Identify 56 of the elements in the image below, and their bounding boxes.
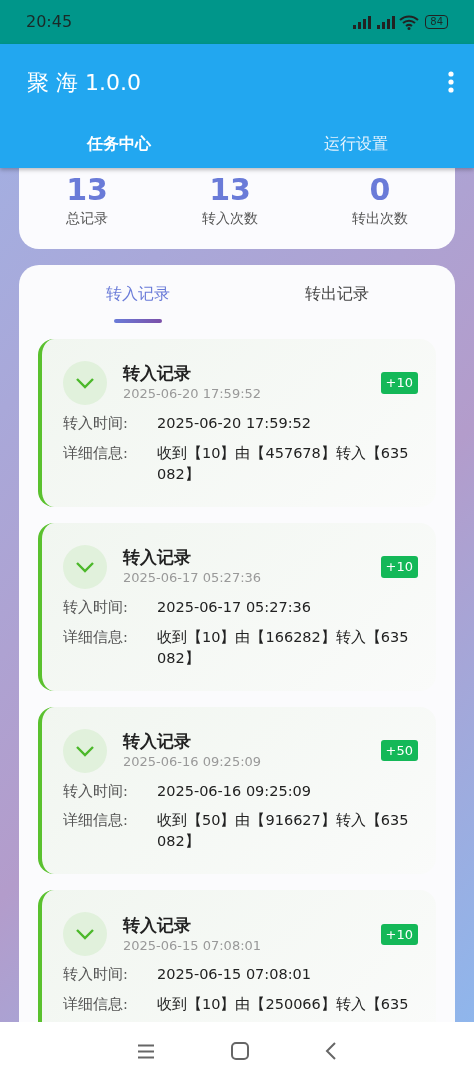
field-value: 收到【10】由【250066】转入【635 <box>157 995 409 1014</box>
record-time: 2025-06-20 17:59:52 <box>123 385 263 404</box>
signal-icon <box>375 15 396 29</box>
record-title: 转入记录 <box>123 729 192 752</box>
record-time: 2025-06-17 05:27:36 <box>123 569 263 587</box>
field-value: 收到【10】由【166282】转入【635 082】 <box>157 627 410 668</box>
field-value: 2025-06-15 07:08:01 <box>157 965 311 985</box>
battery-level: 84 <box>425 15 448 29</box>
amount-tag: +10 <box>380 923 418 945</box>
amount-tag: +50 <box>380 739 418 762</box>
main-tab[interactable]: 任务中心 <box>0 120 237 168</box>
field-label: 转入时间: <box>63 965 129 985</box>
stat-value: 0 <box>368 172 392 208</box>
expand-toggle[interactable] <box>63 912 107 957</box>
chevron-down-icon <box>75 928 95 941</box>
field-value: 2025-06-16 09:25:09 <box>157 781 311 801</box>
wifi-icon <box>399 14 420 30</box>
stat-value: 13 <box>208 172 252 208</box>
stat-label: 转入次数 <box>201 209 259 228</box>
field-label: 详细信息: <box>63 811 129 831</box>
field-label: 详细信息: <box>63 627 129 647</box>
amount-tag: +10 <box>380 556 418 578</box>
chevron-down-icon <box>75 377 95 389</box>
stat-label: 转出次数 <box>351 209 409 228</box>
home-icon[interactable] <box>231 1042 249 1060</box>
app-title: 聚 海 1.0.0 <box>27 68 141 97</box>
back-icon[interactable] <box>325 1042 337 1060</box>
record-time: 2025-06-15 07:08:01 <box>123 936 263 955</box>
field-value: 收到【10】由【457678】转入【635 082】 <box>157 443 410 484</box>
chevron-down-icon <box>75 744 95 757</box>
field-label: 详细信息: <box>63 443 129 463</box>
field-label: 转入时间: <box>63 414 129 433</box>
record-title: 转入记录 <box>123 913 192 936</box>
more-options-icon[interactable] <box>448 71 454 93</box>
expand-toggle[interactable] <box>63 361 107 405</box>
field-label: 转入时间: <box>63 597 129 617</box>
menu-icon[interactable] <box>137 1043 155 1059</box>
record-tab[interactable]: 转入记录 <box>38 265 237 323</box>
field-value: 2025-06-20 17:59:52 <box>157 414 311 433</box>
field-value: 收到【50】由【916627】转入【635 082】 <box>157 811 410 852</box>
field-label: 详细信息: <box>63 995 129 1014</box>
signal-icon <box>351 15 372 29</box>
field-value: 2025-06-17 05:27:36 <box>157 597 311 617</box>
record-time: 2025-06-16 09:25:09 <box>123 752 263 771</box>
stat-label: 总记录 <box>65 209 109 228</box>
record-title: 转入记录 <box>123 546 192 568</box>
stat-value: 13 <box>65 172 109 208</box>
status-time: 20:45 <box>26 11 73 33</box>
main-tab[interactable]: 运行设置 <box>237 120 474 168</box>
record-tab[interactable]: 转出记录 <box>237 265 436 323</box>
expand-toggle[interactable] <box>63 544 107 589</box>
chevron-down-icon <box>75 560 95 573</box>
expand-toggle[interactable] <box>63 728 107 773</box>
field-label: 转入时间: <box>63 781 129 801</box>
record-title: 转入记录 <box>123 362 192 385</box>
amount-tag: +10 <box>380 372 418 394</box>
